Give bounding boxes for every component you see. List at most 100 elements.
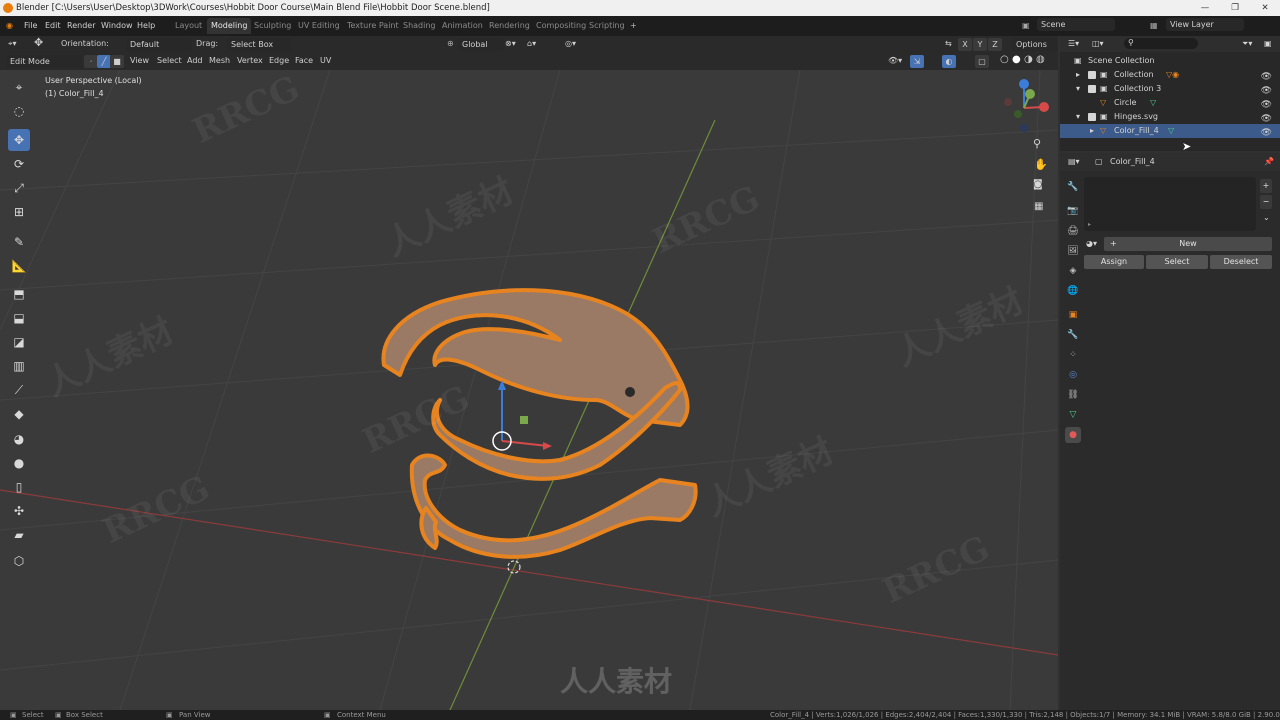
scale-icon[interactable]: ⤢ [8,177,30,199]
checkbox[interactable] [1088,113,1096,121]
close-button[interactable]: ✕ [1250,0,1280,16]
axis-z-toggle[interactable]: Z [988,38,1002,51]
shading-material-icon[interactable]: ◑ [1024,54,1033,65]
vertex-select-icon[interactable]: ⋅ [84,55,98,68]
shear-icon[interactable]: ▰ [8,524,30,546]
menu-vertex[interactable]: Vertex [237,56,263,65]
select-icon[interactable]: ◌ [8,100,30,122]
bevel-icon[interactable]: ◪ [8,331,30,353]
material-tab-icon[interactable]: ● [1065,427,1081,443]
menu-select[interactable]: Select [157,56,182,65]
edge-select-icon[interactable]: ╱ [97,55,111,68]
tab-scripting[interactable]: Scripting [589,18,625,34]
tab-sculpting[interactable]: Sculpting [254,18,291,34]
deselect-button[interactable]: Deselect [1210,255,1272,269]
scene-tab-icon[interactable]: ◈ [1065,263,1081,279]
expand-arrow-icon[interactable]: ▸ [1090,124,1094,138]
outliner-row-collection[interactable]: ▸ ▣ Collection ▽◉ 👁 [1060,68,1280,82]
new-collection-icon[interactable]: ▣ [1264,39,1272,48]
gizmo-x-arrow[interactable] [501,440,549,447]
add-workspace-button[interactable]: + [630,18,637,34]
gizmo-plane-handle[interactable] [520,416,528,424]
blender-menu-icon[interactable]: ◉ [6,20,13,32]
display-mode-icon[interactable]: ◫▾ [1092,39,1104,48]
mirror-icon[interactable]: ⇆ [945,39,952,48]
outliner-row-collection-3[interactable]: ▾ ▣ Collection 3 👁 [1060,82,1280,96]
tool-tab-icon[interactable]: 🔧 [1065,179,1081,195]
tab-layout[interactable]: Layout [175,18,202,34]
camera-icon[interactable]: ◙ [1033,179,1043,190]
extrude-icon[interactable]: ⬒ [8,283,30,305]
rotate-icon[interactable]: ⟳ [8,153,30,175]
gizmo-toggle-icon[interactable]: ⇲ [910,55,924,68]
transform-orientation-dropdown[interactable]: Global [458,38,504,51]
snap-icon[interactable]: ⌂▾ [527,39,536,48]
render-tab-icon[interactable]: 📷 [1065,203,1081,219]
list-expand-icon[interactable]: ▸ [1088,221,1091,228]
outliner-row-color-fill-4[interactable]: ▸ ▽ Color_Fill_4 ▽ 👁 [1060,124,1280,138]
filter-icon[interactable]: ⏷▾ [1242,39,1252,49]
editor-type-icon[interactable]: ⌖▾ [8,39,17,49]
checkbox[interactable] [1088,71,1096,79]
shading-wireframe-icon[interactable]: ○ [1000,54,1009,65]
modifier-tab-icon[interactable]: 🔧 [1065,327,1081,343]
proportional-edit-icon[interactable]: ◎▾ [565,39,576,48]
view-layer-tab-icon[interactable]: 🖼 [1065,243,1081,259]
smooth-icon[interactable]: ● [8,452,30,474]
menu-view[interactable]: View [130,56,149,65]
maximize-button[interactable]: ❐ [1220,0,1250,16]
knife-icon[interactable]: ⟋ [8,379,30,401]
3d-viewport[interactable]: User Perspective (Local) (1) Color_Fill_… [0,70,1058,710]
shading-rendered-icon[interactable]: ◍ [1036,54,1045,65]
zoom-icon[interactable]: ⚲ [1033,137,1041,150]
checkbox[interactable] [1088,85,1096,93]
menu-render[interactable]: Render [67,20,95,32]
tab-compositing[interactable]: Compositing [536,18,586,34]
orientation-dropdown[interactable]: Default [126,38,192,51]
loopcut-icon[interactable]: ▥ [8,355,30,377]
shading-solid-icon[interactable]: ● [1012,54,1021,65]
tab-animation[interactable]: Animation [442,18,483,34]
tab-rendering[interactable]: Rendering [489,18,530,34]
menu-edge[interactable]: Edge [269,56,289,65]
scene-selector[interactable]: Scene [1037,18,1115,31]
data-tab-icon[interactable]: ▽ [1065,407,1081,423]
menu-mesh[interactable]: Mesh [209,56,230,65]
assign-button[interactable]: Assign [1084,255,1144,269]
slot-menu-icon[interactable]: ⌄ [1263,213,1270,222]
inset-icon[interactable]: ⬓ [8,307,30,329]
pin-icon[interactable]: 📌 [1264,157,1274,166]
expand-arrow-icon[interactable]: ▸ [1076,68,1080,82]
world-tab-icon[interactable]: 🌐 [1065,283,1081,299]
tab-uv-editing[interactable]: UV Editing [298,18,340,34]
gizmo-x-arrowhead[interactable] [543,442,552,450]
cursor-icon[interactable]: ⌖ [8,76,30,98]
outliner-row-scene-collection[interactable]: ▣ Scene Collection [1060,54,1280,68]
visibility-icon[interactable]: 👁▾ [888,56,902,65]
tab-shading[interactable]: Shading [403,18,436,34]
menu-file[interactable]: File [24,20,37,32]
menu-add[interactable]: Add [187,56,203,65]
object-tab-icon[interactable]: ▣ [1065,307,1081,323]
select-button[interactable]: Select [1146,255,1208,269]
view-layer-selector[interactable]: View Layer [1166,18,1244,31]
mode-dropdown[interactable]: Edit Mode [6,55,82,68]
material-browse-icon[interactable]: ◕▾ [1086,239,1097,248]
edge-slide-icon[interactable]: ▯ [8,476,30,498]
eye-icon[interactable]: 👁 [1261,126,1272,140]
output-tab-icon[interactable]: 🖨 [1065,223,1081,239]
new-material-button[interactable]: + New [1104,237,1272,251]
drag-dropdown[interactable]: Select Box [227,38,291,51]
pan-hand-icon[interactable]: ✋ [1034,158,1048,171]
annotate-icon[interactable]: ✎ [8,231,30,253]
options-dropdown[interactable]: Options [1012,38,1058,51]
menu-uv[interactable]: UV [320,56,331,65]
physics-tab-icon[interactable]: ◎ [1065,367,1081,383]
outliner-row-hinges-svg[interactable]: ▾ ▣ Hinges.svg 👁 [1060,110,1280,124]
measure-icon[interactable]: 📐 [8,255,30,277]
transform-icon[interactable]: ⊞ [8,201,30,223]
expand-arrow-icon[interactable]: ▾ [1076,110,1080,124]
outliner-search-input[interactable] [1124,38,1198,49]
transform-gizmo-icon[interactable]: ✥ [34,36,43,49]
pivot-point-icon[interactable]: ⊗▾ [505,39,516,48]
